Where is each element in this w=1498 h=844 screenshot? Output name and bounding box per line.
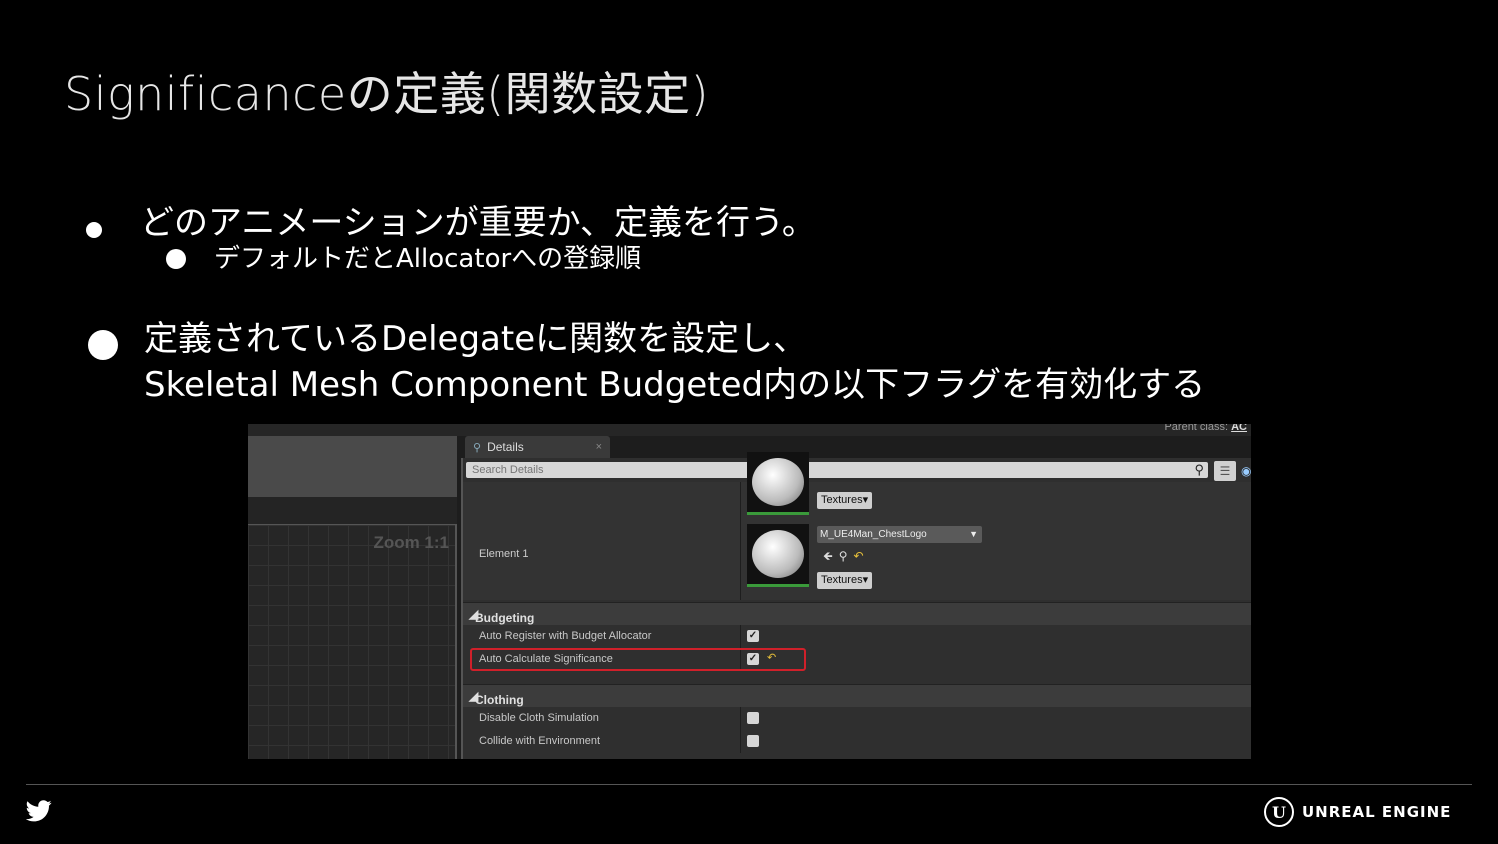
bullet-text: 定義されているDelegateに関数を設定し、 Skeletal Mesh Co… [144, 316, 1205, 408]
property-checkbox[interactable] [747, 712, 759, 724]
bullet-text: どのアニメーションが重要か、定義を行う。 [140, 203, 816, 243]
bullet-item: 定義されているDelegateに関数を設定し、 Skeletal Mesh Co… [86, 316, 1386, 408]
left-panel-header [248, 436, 457, 497]
bullet-dot [166, 249, 186, 269]
bullet-item: どのアニメーションが重要か、定義を行う。 [86, 200, 1386, 246]
graph-viewport[interactable]: Zoom 1:1 [248, 524, 457, 759]
unreal-logo-icon: U [1264, 797, 1294, 827]
reset-icon[interactable]: ↶ [854, 549, 870, 563]
category-label: Budgeting [475, 611, 535, 625]
material-combo[interactable]: M_UE4Man_ChestLogo ▼ [817, 526, 982, 543]
material-actions: 🡸⚲↶ [823, 547, 870, 568]
materials-section: Textures▾ Element 1 M_UE4Man_ChestLogo ▼… [463, 452, 1251, 600]
parent-class: Parent class: AC [1164, 424, 1247, 433]
material-thumbnail[interactable] [747, 524, 809, 587]
textures-button[interactable]: Textures▾ [817, 492, 873, 509]
search-input[interactable] [466, 462, 1178, 478]
twitter-icon[interactable] [26, 800, 52, 822]
details-panel: ⚲ ☰ ◉ Textures▾ Element 1 M_UE4Man_Chest… [461, 452, 1251, 759]
brand-name: UNREAL ENGINE [1302, 803, 1452, 821]
bullet-dot [86, 222, 102, 238]
material-thumbnail[interactable] [747, 452, 809, 515]
chevron-down-icon: ▼ [969, 529, 978, 539]
editor-screenshot: Parent class: AC Zoom 1:1 ⚲ Details × ⚲ … [248, 424, 1251, 759]
category-clothing[interactable]: ◢ Clothing [463, 684, 1251, 707]
tab-details[interactable]: ⚲ Details × [465, 436, 610, 458]
category-budgeting[interactable]: ◢ Budgeting [463, 602, 1251, 625]
close-icon[interactable]: × [596, 441, 602, 453]
bullet-text-line: Skeletal Mesh Component Budgeted内の以下フラグを… [144, 365, 1206, 405]
material-name: M_UE4Man_ChestLogo [820, 529, 927, 540]
property-row: Auto Calculate Significance ✓ ↶ [463, 648, 1251, 671]
category-label: Clothing [475, 693, 524, 707]
slide-title: Significanceの定義(関数設定) [64, 67, 710, 121]
eye-icon[interactable]: ◉ [1241, 464, 1251, 478]
property-row: Collide with Environment [463, 730, 1251, 753]
list-view-button[interactable]: ☰ [1214, 461, 1236, 481]
parent-class-label: Parent class: [1164, 424, 1229, 433]
search-box: ⚲ [466, 462, 1208, 478]
property-checkbox[interactable]: ✓ [747, 630, 759, 642]
search-icon[interactable]: ⚲ [1194, 462, 1204, 478]
property-checkbox[interactable] [747, 735, 759, 747]
footer-divider [26, 784, 1472, 785]
property-label: Collide with Environment [479, 735, 601, 747]
left-panel: Zoom 1:1 [248, 436, 457, 759]
element-label: Element 1 [479, 548, 529, 560]
bullet-dot [88, 330, 118, 360]
property-row: Disable Cloth Simulation [463, 707, 1251, 730]
sub-bullet-item: デフォルトだとAllocatorへの登録順 [166, 242, 1386, 276]
textures-button[interactable]: Textures▾ [817, 572, 873, 589]
property-row: Auto Register with Budget Allocator ✓ [463, 625, 1251, 648]
zoom-label: Zoom 1:1 [373, 533, 449, 552]
property-label: Disable Cloth Simulation [479, 712, 599, 724]
bullet-text-line: 定義されているDelegateに関数を設定し、 [144, 319, 808, 359]
bullet-list: どのアニメーションが重要か、定義を行う。 デフォルトだとAllocatorへの登… [86, 200, 1386, 408]
highlight-box [470, 648, 806, 671]
parent-class-link[interactable]: AC [1231, 424, 1247, 433]
search-icon[interactable]: ⚲ [839, 549, 854, 563]
tab-details-label: Details [487, 440, 524, 454]
property-label: Auto Register with Budget Allocator [479, 630, 652, 642]
sub-bullet-text: デフォルトだとAllocatorへの登録順 [214, 244, 642, 274]
arrow-left-icon[interactable]: 🡸 [823, 549, 839, 563]
editor-top-strip: Parent class: AC [248, 424, 1251, 436]
unreal-engine-logo: U UNREAL ENGINE [1264, 797, 1451, 827]
details-icon: ⚲ [473, 441, 482, 454]
